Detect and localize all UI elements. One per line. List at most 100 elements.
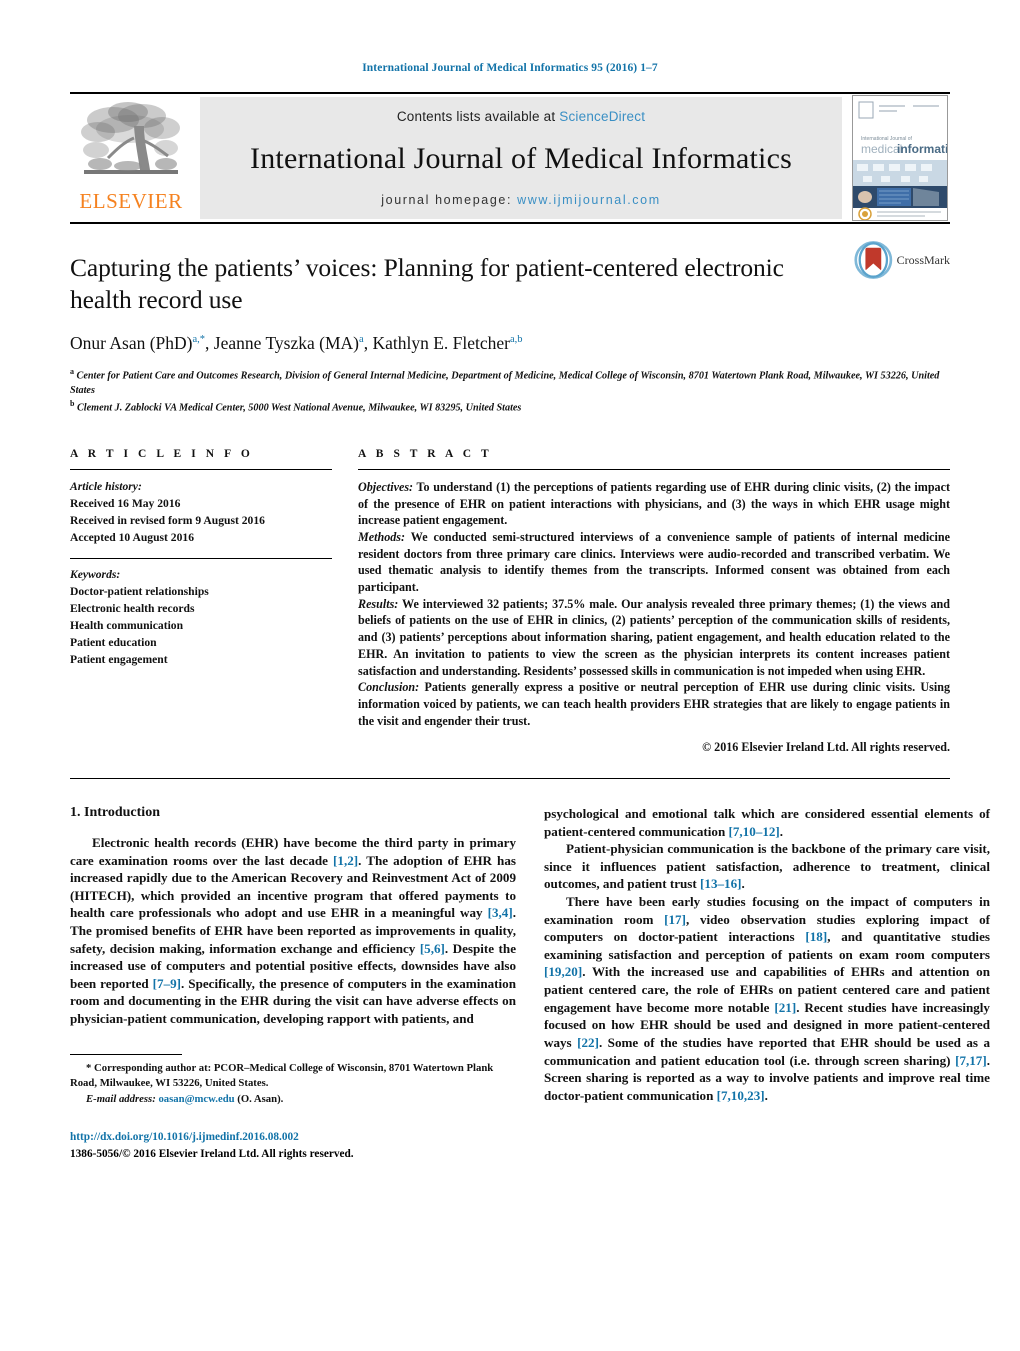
affiliation-b-text: Clement J. Zablocki VA Medical Center, 5… bbox=[77, 402, 522, 414]
citation-link[interactable]: [17] bbox=[664, 912, 686, 927]
abstract-methods: Methods: We conducted semi-structured in… bbox=[358, 529, 950, 596]
abstract-results-label: Results: bbox=[358, 596, 399, 611]
elsevier-wordmark: ELSEVIER bbox=[79, 189, 183, 213]
column-gap bbox=[332, 448, 358, 756]
abstract-objectives: Objectives: To understand (1) the percep… bbox=[358, 479, 950, 529]
crossmark-label: CrossMark bbox=[896, 252, 950, 267]
cover-art-icon: International Journal of medical informa… bbox=[853, 96, 947, 220]
paragraph-text: . bbox=[764, 1087, 768, 1103]
email-label: E-mail address: bbox=[86, 1092, 156, 1105]
abstract-conclusion: Conclusion: Patients generally express a… bbox=[358, 679, 950, 729]
elsevier-tree-icon bbox=[81, 102, 180, 174]
paragraph-text: . bbox=[741, 876, 745, 892]
affiliation-a: a Center for Patient Care and Outcomes R… bbox=[70, 366, 950, 398]
body-column-gap bbox=[516, 805, 544, 1163]
abstract-results-text: We interviewed 32 patients; 37.5% male. … bbox=[358, 596, 950, 678]
journal-cover-block: International Journal of medical informa… bbox=[850, 94, 950, 222]
homepage-url-link[interactable]: www.ijmijournal.com bbox=[517, 193, 661, 207]
abstract-conclusion-text: Patients generally express a positive or… bbox=[358, 680, 950, 728]
keywords-rule bbox=[70, 558, 332, 560]
body-column-left: 1. Introduction Electronic health record… bbox=[70, 805, 516, 1163]
journal-band: Contents lists available at ScienceDirec… bbox=[200, 97, 842, 219]
intro-paragraph-right-1: psychological and emotional talk which a… bbox=[544, 805, 990, 840]
abstract-objectives-label: Objectives: bbox=[358, 479, 414, 494]
citation-link[interactable]: [22] bbox=[577, 1035, 599, 1050]
abstract-methods-text: We conducted semi-structured interviews … bbox=[358, 530, 950, 595]
journal-homepage-line: journal homepage: www.ijmijournal.com bbox=[381, 193, 660, 207]
author-list: Onur Asan (PhD)a,*, Jeanne Tyszka (MA)a,… bbox=[70, 333, 950, 354]
footnote-area: * Corresponding author at: PCOR–Medical … bbox=[70, 1053, 516, 1163]
email-line: E-mail address: oasan@mcw.edu (O. Asan). bbox=[70, 1092, 516, 1107]
sciencedirect-link[interactable]: ScienceDirect bbox=[559, 109, 645, 124]
footnote-rule bbox=[70, 1053, 182, 1055]
journal-cover-thumbnail: International Journal of medical informa… bbox=[852, 95, 948, 221]
keyword-item: Electronic health records bbox=[70, 602, 195, 616]
page-title: Capturing the patients’ voices: Planning… bbox=[70, 253, 784, 314]
citation-link[interactable]: [19,20] bbox=[544, 964, 582, 979]
corresponding-author-note: * Corresponding author at: PCOR–Medical … bbox=[70, 1061, 516, 1107]
affiliation-list: a Center for Patient Care and Outcomes R… bbox=[70, 366, 950, 416]
keyword-item: Health communication bbox=[70, 619, 184, 633]
abstract-bottom-rule bbox=[70, 777, 950, 779]
doi-link[interactable]: http://dx.doi.org/10.1016/j.ijmedinf.201… bbox=[70, 1129, 516, 1146]
email-suffix: (O. Asan). bbox=[234, 1092, 284, 1105]
intro-paragraph-left-1: Electronic health records (EHR) have bec… bbox=[70, 834, 516, 1028]
keywords-block: Keywords: Doctor-patient relationships E… bbox=[70, 566, 332, 668]
article-info-rule bbox=[70, 468, 332, 470]
abstract-column: A B S T R A C T Objectives: To understan… bbox=[358, 448, 950, 756]
crossmark-badge[interactable]: CrossMark bbox=[854, 234, 950, 286]
abstract-methods-label: Methods: bbox=[358, 530, 406, 545]
citation-link[interactable]: [7,10–12] bbox=[729, 824, 780, 839]
keyword-item: Patient education bbox=[70, 636, 157, 650]
journal-title: International Journal of Medical Informa… bbox=[250, 141, 792, 175]
info-abstract-section: A R T I C L E I N F O Article history: R… bbox=[70, 448, 950, 756]
paragraph-text: Patient-physician communication is the b… bbox=[544, 841, 990, 892]
abstract-objectives-text: To understand (1) the perceptions of pat… bbox=[358, 479, 950, 528]
citation-link[interactable]: [13–16] bbox=[700, 876, 741, 891]
email-link[interactable]: oasan@mcw.edu bbox=[158, 1093, 234, 1105]
affiliation-a-marker: a bbox=[70, 366, 74, 376]
citation-link[interactable]: [3,4] bbox=[488, 905, 513, 920]
keyword-item: Doctor-patient relationships bbox=[70, 585, 209, 599]
citation-link[interactable]: [5,6] bbox=[420, 941, 445, 956]
affiliation-b-marker: b bbox=[70, 399, 75, 409]
citation-link[interactable]: [18] bbox=[805, 929, 827, 944]
keyword-item: Patient engagement bbox=[70, 653, 168, 667]
abstract-body: Objectives: To understand (1) the percep… bbox=[358, 479, 950, 756]
article-history-label: Article history: bbox=[70, 479, 142, 493]
abstract-results: Results: We interviewed 32 patients; 37.… bbox=[358, 596, 950, 679]
article-history-block: Article history: Received 16 May 2016 Re… bbox=[70, 478, 332, 546]
title-area: Capturing the patients’ voices: Planning… bbox=[70, 224, 950, 416]
citation-link[interactable]: [7,17] bbox=[955, 1053, 987, 1068]
doi-block: http://dx.doi.org/10.1016/j.ijmedinf.201… bbox=[70, 1129, 516, 1163]
history-item: Received 16 May 2016 bbox=[70, 497, 181, 511]
abstract-conclusion-label: Conclusion: bbox=[358, 680, 420, 695]
svg-text:informatics: informatics bbox=[897, 142, 947, 156]
citation-link[interactable]: [1,2] bbox=[333, 853, 358, 868]
corresponding-text: Corresponding author at: PCOR–Medical Co… bbox=[70, 1061, 494, 1090]
contents-line: Contents lists available at ScienceDirec… bbox=[397, 109, 645, 124]
history-item: Received in revised form 9 August 2016 bbox=[70, 514, 265, 528]
citation-link[interactable]: [7,10,23] bbox=[717, 1088, 765, 1103]
intro-paragraph-right-3: There have been early studies focusing o… bbox=[544, 893, 990, 1104]
abstract-rule bbox=[358, 468, 950, 470]
body-column-right: psychological and emotional talk which a… bbox=[544, 805, 990, 1163]
article-info-heading: A R T I C L E I N F O bbox=[70, 447, 254, 460]
affiliation-b: b Clement J. Zablocki VA Medical Center,… bbox=[70, 398, 950, 416]
corresponding-note-line: * Corresponding author at: PCOR–Medical … bbox=[70, 1061, 516, 1092]
issn-copyright-line: 1386-5056/© 2016 Elsevier Ireland Ltd. A… bbox=[70, 1147, 354, 1160]
paragraph-text: . bbox=[779, 823, 784, 839]
article-info-column: A R T I C L E I N F O Article history: R… bbox=[70, 448, 332, 756]
body-columns: 1. Introduction Electronic health record… bbox=[70, 805, 990, 1163]
homepage-prefix: journal homepage: bbox=[381, 193, 513, 207]
authors-text: Onur Asan (PhD)a,*, Jeanne Tyszka (MA)a,… bbox=[70, 332, 523, 353]
affiliation-a-text: Center for Patient Care and Outcomes Res… bbox=[70, 370, 940, 396]
section-heading-introduction: 1. Introduction bbox=[70, 804, 160, 820]
copyright-line: © 2016 Elsevier Ireland Ltd. All rights … bbox=[702, 740, 950, 755]
journal-masthead: ELSEVIER Contents lists available at Sci… bbox=[70, 92, 950, 222]
elsevier-logo: ELSEVIER bbox=[70, 94, 192, 222]
citation-link[interactable]: [21] bbox=[774, 1000, 796, 1015]
citation-link[interactable]: [7–9] bbox=[153, 976, 181, 991]
running-head: International Journal of Medical Informa… bbox=[362, 62, 658, 74]
abstract-heading: A B S T R A C T bbox=[358, 447, 493, 460]
